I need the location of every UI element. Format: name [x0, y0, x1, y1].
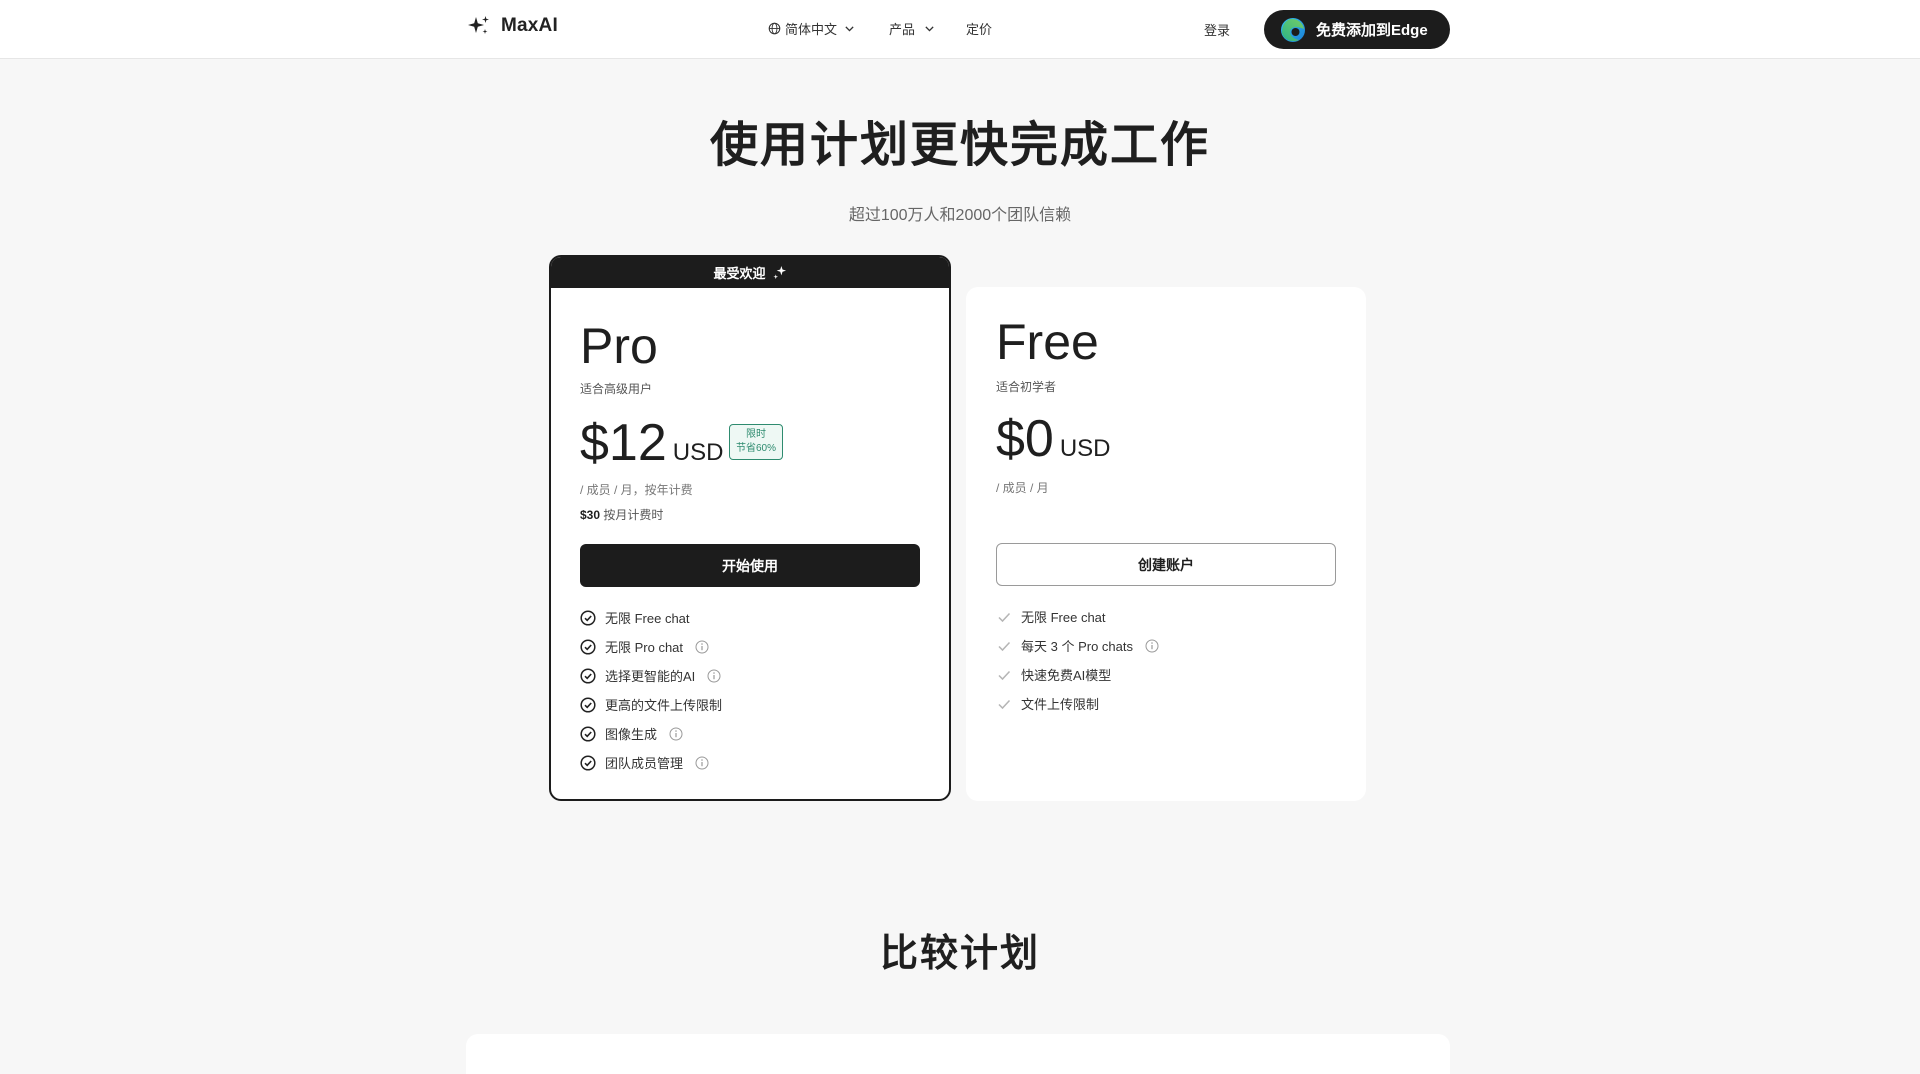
- most-popular-label: 最受欢迎: [713, 266, 766, 281]
- chevron-down-icon: [925, 26, 934, 32]
- free-feature-label: 快速免费AI模型: [1021, 668, 1112, 683]
- check-circle-icon: [580, 638, 596, 655]
- pro-monthly-amount: $30: [580, 508, 601, 522]
- create-account-button[interactable]: 创建账户: [996, 543, 1336, 586]
- logo[interactable]: MaxAI: [467, 14, 558, 38]
- login-link[interactable]: 登录: [1204, 20, 1230, 39]
- pro-feature-label: 无限 Pro chat: [605, 640, 684, 655]
- nav-pricing-label: 定价: [966, 22, 993, 37]
- discount-badge-line1: 限时: [746, 429, 766, 440]
- free-feature-label: 文件上传限制: [1021, 697, 1100, 712]
- free-feature-item: 快速免费AI模型: [996, 665, 1111, 684]
- pro-plan-name: Pro: [580, 318, 658, 374]
- pro-feature-item: 无限 Free chat: [580, 608, 690, 627]
- info-icon[interactable]: [1145, 639, 1159, 653]
- info-icon[interactable]: [695, 756, 709, 770]
- logo-text: MaxAI: [501, 15, 558, 36]
- pro-price: $12 USD: [580, 413, 723, 473]
- pro-plan-desc: 适合高级用户: [580, 382, 653, 396]
- pro-monthly-price: $30 按月计费时: [580, 506, 663, 523]
- globe-icon: [768, 22, 781, 35]
- check-icon: [998, 641, 1011, 651]
- info-icon[interactable]: [707, 669, 721, 683]
- pro-feature-label: 图像生成: [605, 727, 658, 742]
- edge-browser-icon: [1281, 17, 1305, 42]
- add-to-edge-button[interactable]: 免费添加到Edge: [1264, 10, 1450, 49]
- pro-feature-label: 无限 Free chat: [605, 611, 690, 626]
- check-circle-icon: [580, 754, 596, 771]
- get-started-button[interactable]: 开始使用: [580, 544, 920, 587]
- free-price: $0 USD: [996, 409, 1111, 469]
- chevron-down-icon: [845, 26, 854, 32]
- free-feature-item: 文件上传限制: [996, 694, 1099, 713]
- check-circle-icon: [580, 696, 596, 713]
- free-feature-item: 每天 3 个 Pro chats: [996, 636, 1159, 655]
- check-icon: [998, 612, 1011, 622]
- pro-billing-period: / 成员 / 月，按年计费: [580, 483, 693, 497]
- free-price-currency: USD: [1059, 435, 1111, 462]
- pro-feature-label: 选择更智能的AI: [605, 669, 696, 684]
- check-icon: [998, 699, 1011, 709]
- pro-feature-label: 更高的文件上传限制: [605, 698, 723, 713]
- pro-price-currency: USD: [672, 439, 724, 466]
- compare-plans-title: 比较计划: [879, 933, 1040, 975]
- free-price-amount: $0: [996, 410, 1054, 468]
- top-header: MaxAI 简体中文 产品 定价 登录 免费添加到Edge: [0, 0, 1920, 59]
- check-circle-icon: [580, 609, 596, 626]
- language-label: 简体中文: [785, 22, 838, 37]
- check-icon: [998, 670, 1011, 680]
- nav-products-label: 产品: [889, 22, 916, 37]
- page-subtitle: 超过100万人和2000个团队信赖: [848, 207, 1072, 224]
- pro-feature-item: 选择更智能的AI: [580, 666, 721, 685]
- check-circle-icon: [580, 725, 596, 742]
- add-to-edge-label: 免费添加到Edge: [1316, 22, 1428, 39]
- pro-price-amount: $12: [580, 414, 667, 472]
- pro-monthly-note: 按月计费时: [603, 508, 664, 522]
- page-title: 使用计划更快完成工作: [709, 119, 1210, 172]
- compare-table-container: [466, 1034, 1450, 1074]
- sparkle-logo-icon: [468, 16, 489, 34]
- pro-feature-item: 图像生成: [580, 724, 683, 743]
- discount-badge: 限时 节省60%: [729, 424, 783, 460]
- info-icon[interactable]: [695, 640, 709, 654]
- discount-badge-line2: 节省60%: [735, 443, 776, 454]
- pro-feature-item: 无限 Pro chat: [580, 637, 709, 656]
- free-plan-name: Free: [996, 314, 1099, 370]
- free-plan-desc: 适合初学者: [996, 380, 1057, 394]
- language-selector[interactable]: 简体中文: [768, 19, 856, 38]
- info-icon[interactable]: [669, 727, 683, 741]
- free-feature-item: 无限 Free chat: [996, 607, 1106, 626]
- pro-feature-item: 更高的文件上传限制: [580, 695, 722, 714]
- pro-feature-item: 团队成员管理: [580, 753, 709, 772]
- nav-products[interactable]: 产品: [889, 19, 936, 38]
- free-feature-label: 每天 3 个 Pro chats: [1021, 639, 1133, 654]
- pro-feature-label: 团队成员管理: [605, 756, 684, 771]
- most-popular-banner: 最受欢迎: [551, 257, 949, 288]
- nav-pricing[interactable]: 定价: [966, 19, 992, 38]
- sparkle-icon: [772, 265, 786, 280]
- free-plan-card: Free 适合初学者 $0 USD / 成员 / 月 创建账户 无限 Free …: [966, 287, 1366, 801]
- check-circle-icon: [580, 667, 596, 684]
- free-feature-label: 无限 Free chat: [1021, 610, 1106, 625]
- pro-plan-card: 最受欢迎 Pro 适合高级用户 $12 USD 限时 节省60% / 成员 / …: [549, 255, 951, 801]
- free-billing-period: / 成员 / 月: [996, 481, 1049, 495]
